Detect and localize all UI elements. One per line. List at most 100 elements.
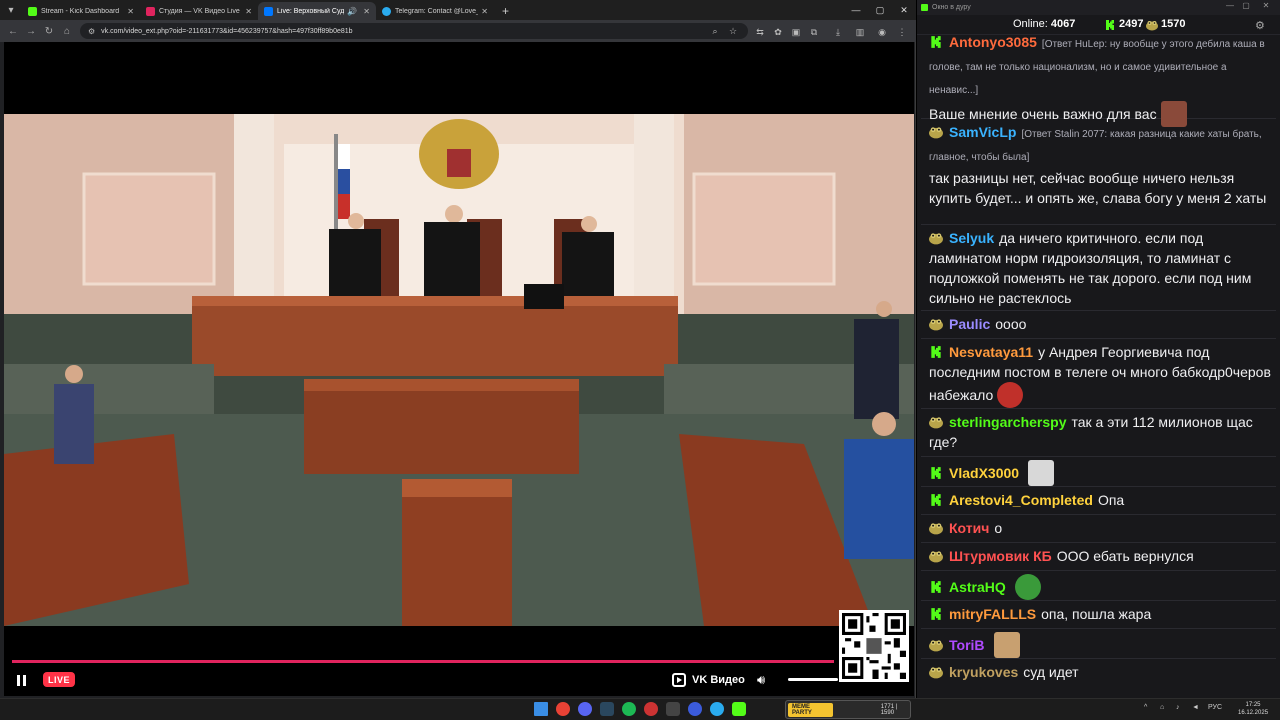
bookmark-star-icon[interactable]: ☆ — [726, 26, 740, 37]
tray-mic-icon[interactable]: ♪ — [1176, 704, 1180, 711]
chat-username[interactable]: Котич — [949, 520, 989, 536]
kick-badge-icon — [929, 492, 943, 507]
message-separator — [921, 456, 1276, 457]
chat-message[interactable]: Antonyo3085 [Ответ HuLep: ну вообще у это… — [929, 32, 1277, 127]
obs-taskbar-icon[interactable] — [644, 702, 658, 716]
chat-message-list[interactable]: Antonyo3085 [Ответ HuLep: ну вообще у это… — [917, 32, 1280, 696]
chat-message[interactable]: Котич о — [929, 518, 1277, 538]
minimize-icon[interactable]: — — [844, 0, 868, 20]
vk-video-brand[interactable]: VK Видео — [672, 671, 745, 689]
tab-close-icon[interactable]: ✕ — [363, 7, 370, 16]
live-badge[interactable]: LIVE — [43, 672, 75, 687]
live-progress-bar[interactable] — [12, 660, 834, 663]
extension-counter-icon[interactable]: ▣ — [788, 22, 804, 42]
message-separator — [921, 514, 1276, 515]
chat-message[interactable]: mitryFALLLS опа, пошла жара — [929, 604, 1277, 624]
chat-minimize-icon[interactable]: — — [1223, 1, 1237, 10]
chat-maximize-icon[interactable]: ▢ — [1239, 1, 1253, 10]
maximize-icon[interactable]: ▢ — [868, 0, 892, 20]
downloads-icon[interactable]: ⤓ — [830, 22, 846, 42]
speaker-icon[interactable]: ◄ — [1192, 704, 1199, 711]
chat-username[interactable]: Arestovi4_Completed — [949, 492, 1093, 508]
system-clock[interactable]: 17:25 16.12.2025 — [1238, 701, 1268, 717]
chat-message[interactable]: Paulic оооо — [929, 314, 1277, 334]
steam-taskbar-icon[interactable] — [600, 702, 614, 716]
chat-message[interactable]: VladX3000 — [929, 460, 1277, 486]
chat-message[interactable]: Selyuk да ничего критичного. если под лам… — [929, 228, 1277, 308]
chat-username[interactable]: AstraHQ — [949, 579, 1006, 595]
extensions-icon[interactable]: ⧉ — [806, 22, 822, 42]
browser-window: ▾ Stream - Kick Dashboard ✕ Студия — VK … — [0, 0, 916, 698]
chat-username[interactable]: sterlingarcherspy — [949, 414, 1067, 430]
chat-username[interactable]: ToriB — [949, 637, 985, 653]
forward-icon[interactable]: → — [22, 22, 40, 40]
profile-icon[interactable]: ◉ — [874, 22, 890, 42]
extension-flower-icon[interactable]: ✿ — [770, 22, 786, 42]
frog-coin-icon — [1146, 21, 1158, 31]
chat-username[interactable]: Nesvataya11 — [949, 344, 1033, 360]
chat-message[interactable]: Nesvataya11 у Андрея Георгиевича под посл… — [929, 342, 1277, 408]
tab-close-icon[interactable]: ✕ — [245, 7, 252, 16]
chat-username[interactable]: Штурмовик КБ — [949, 548, 1052, 564]
discord-taskbar-icon[interactable] — [578, 702, 592, 716]
menu-dots-icon[interactable]: ⋮ — [894, 22, 910, 42]
kick-badge-icon — [929, 344, 943, 359]
new-tab-icon[interactable]: + — [494, 2, 517, 20]
zoom-icon[interactable]: ⌕ — [708, 26, 722, 37]
chat-username[interactable]: mitryFALLLS — [949, 606, 1036, 622]
chat-username[interactable]: Selyuk — [949, 230, 994, 246]
close-window-icon[interactable]: ✕ — [892, 0, 916, 20]
chat-message[interactable]: Штурмовик КБ ООО ебать вернулся — [929, 546, 1277, 566]
chat-username[interactable]: Paulic — [949, 316, 990, 332]
video-player[interactable]: LIVE VK Видео 🔊︎ — [4, 42, 914, 696]
chat-message[interactable]: SamVicLp [Ответ Stalin 2077: какая разниц… — [929, 122, 1277, 208]
tab-search-icon[interactable]: ▾ — [0, 0, 22, 20]
tab-live-court[interactable]: Live: Верховный Суд Росс 🔊 ✕ — [258, 2, 376, 20]
extension-arrows-icon[interactable]: ⇆ — [752, 22, 768, 42]
back-icon[interactable]: ← — [4, 22, 22, 40]
tab-close-icon[interactable]: ✕ — [481, 7, 488, 16]
tab-telegram[interactable]: Telegram: Contact @Love_Russ ✕ — [376, 2, 494, 20]
tab-close-icon[interactable]: ✕ — [127, 7, 134, 16]
chat-username[interactable]: Antonyo3085 — [949, 34, 1037, 50]
chat-username[interactable]: SamVicLp — [949, 124, 1016, 140]
tab-strip: ▾ Stream - Kick Dashboard ✕ Студия — VK … — [0, 0, 916, 20]
chat-message-text: опа, пошла жара — [1041, 606, 1152, 622]
meme-party-logo: MEME PARTY — [788, 702, 833, 717]
clock-time: 17:25 — [1245, 702, 1261, 708]
chat-window: Окно в дуру — ▢ ✕ Online: 4067 2497 1570… — [917, 0, 1280, 698]
chat-settings-icon[interactable]: ⚙ — [1255, 19, 1265, 32]
home-icon[interactable]: ⌂ — [58, 22, 76, 40]
meme-party-widget[interactable]: MEME PARTY 1771 | 1590 — [785, 700, 911, 719]
reload-icon[interactable]: ↻ — [40, 22, 58, 40]
chat-username[interactable]: kryukoves — [949, 664, 1018, 680]
start-menu-icon[interactable] — [534, 702, 548, 716]
split-view-icon[interactable]: ▥ — [852, 22, 868, 42]
chrome-taskbar-icon[interactable] — [556, 702, 570, 716]
spotify-taskbar-icon[interactable] — [622, 702, 636, 716]
app2-taskbar-icon[interactable] — [688, 702, 702, 716]
volume-slider[interactable] — [788, 678, 838, 681]
kick-logo-icon — [1104, 19, 1116, 31]
chat-message[interactable]: ToriB — [929, 632, 1277, 658]
tab-audio-icon[interactable]: 🔊 — [347, 7, 357, 16]
chat-message-text: Ваше мнение очень важно для вас — [929, 106, 1157, 122]
tab-vk-studio[interactable]: Студия — VK Видео Live ✕ — [140, 2, 258, 20]
telegram-taskbar-icon[interactable] — [710, 702, 724, 716]
chat-message[interactable]: sterlingarcherspy так а эти 112 милионов … — [929, 412, 1277, 452]
kick-taskbar-icon[interactable] — [732, 702, 746, 716]
app-taskbar-icon[interactable] — [666, 702, 680, 716]
tray-chevron-icon[interactable]: ^ — [1144, 704, 1147, 711]
tab-kick-dashboard[interactable]: Stream - Kick Dashboard ✕ — [22, 2, 140, 20]
chat-username[interactable]: VladX3000 — [949, 465, 1019, 481]
chat-message[interactable]: AstraHQ — [929, 574, 1277, 600]
language-indicator[interactable]: РУС — [1208, 704, 1222, 711]
pause-button[interactable] — [16, 674, 30, 688]
address-bar[interactable]: ⚙ vk.com/video_ext.php?oid=-211631773&id… — [80, 23, 748, 39]
site-info-icon[interactable]: ⚙ — [88, 27, 95, 36]
network-icon[interactable]: ⌂ — [1160, 704, 1164, 711]
chat-message[interactable]: kryukoves суд идет — [929, 662, 1277, 682]
chat-close-icon[interactable]: ✕ — [1259, 1, 1273, 10]
volume-icon[interactable]: 🔊︎ — [757, 672, 765, 688]
chat-message[interactable]: Arestovi4_Completed Опа — [929, 490, 1277, 510]
